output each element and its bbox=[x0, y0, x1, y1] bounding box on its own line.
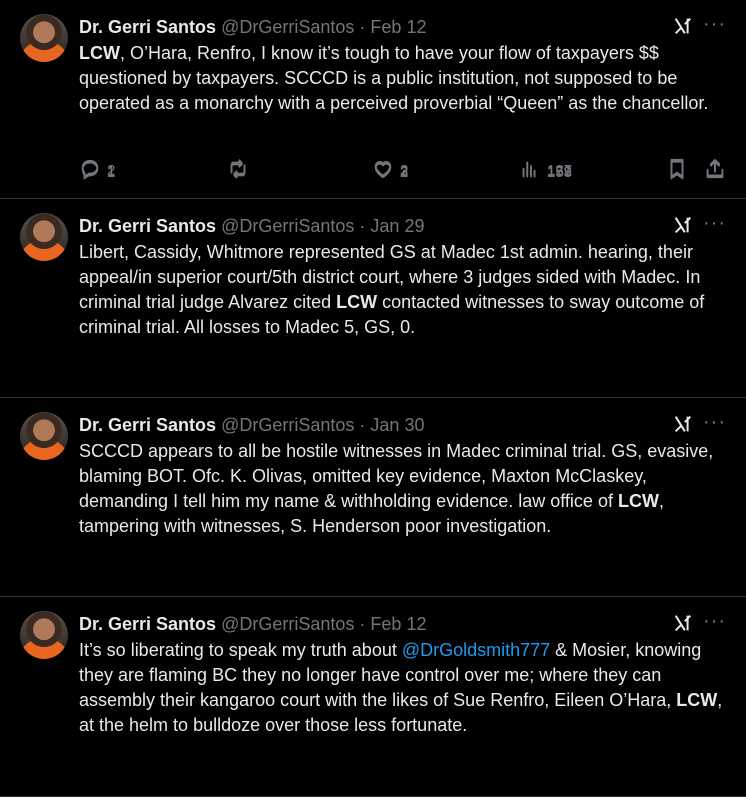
tweet[interactable]: Dr. Gerri Santos @DrGerriSantos · Feb 12… bbox=[0, 158, 746, 797]
avatar[interactable] bbox=[20, 611, 68, 659]
tweet-text: It’s so liberating to speak my truth abo… bbox=[79, 638, 729, 738]
mention-bold: LCW bbox=[676, 690, 718, 710]
grok-icon[interactable] bbox=[672, 214, 694, 236]
more-icon[interactable]: ··· bbox=[703, 610, 726, 633]
views-count: 127 bbox=[547, 161, 573, 179]
author-name[interactable]: Dr. Gerri Santos bbox=[79, 415, 216, 435]
share-icon bbox=[704, 157, 726, 183]
avatar[interactable] bbox=[20, 213, 68, 261]
author-handle[interactable]: @DrGerriSantos bbox=[221, 216, 354, 236]
more-icon[interactable]: ··· bbox=[703, 212, 726, 235]
repost-icon bbox=[227, 157, 249, 183]
reply-count: 2 bbox=[107, 161, 116, 179]
author-name[interactable]: Dr. Gerri Santos bbox=[79, 216, 216, 236]
reply-icon bbox=[79, 157, 101, 183]
bookmark-icon bbox=[666, 157, 688, 183]
grok-icon[interactable] bbox=[672, 413, 694, 435]
tweet[interactable]: Dr. Gerri Santos @DrGerriSantos · Jan 30… bbox=[0, 159, 746, 597]
separator-dot: · bbox=[359, 614, 366, 634]
avatar[interactable] bbox=[20, 14, 68, 62]
repost-button[interactable] bbox=[227, 158, 255, 182]
views-button[interactable]: 127 bbox=[519, 158, 572, 182]
heart-icon bbox=[372, 157, 394, 183]
reply-button[interactable]: 2 bbox=[79, 158, 115, 182]
author-handle[interactable]: @DrGerriSantos bbox=[221, 17, 354, 37]
tweet-date[interactable]: Feb 12 bbox=[370, 17, 426, 37]
mention-bold: LCW bbox=[79, 43, 120, 63]
tweet-header: Dr. Gerri Santos @DrGerriSantos · Feb 12 bbox=[79, 16, 726, 38]
user-mention-link[interactable]: @DrGoldsmith777 bbox=[402, 640, 550, 660]
tweet-header: Dr. Gerri Santos @DrGerriSantos · Jan 30 bbox=[79, 414, 726, 436]
tweet-text: Libert, Cassidy, Whitmore represented GS… bbox=[79, 240, 729, 340]
tweet-header: Dr. Gerri Santos @DrGerriSantos · Feb 12 bbox=[79, 613, 726, 635]
avatar[interactable] bbox=[20, 412, 68, 460]
separator-dot: · bbox=[359, 216, 366, 236]
tweet-text-segment: , O’Hara, Renfro, I know it’s tough to h… bbox=[79, 43, 709, 113]
author-name[interactable]: Dr. Gerri Santos bbox=[79, 17, 216, 37]
mention-bold: LCW bbox=[617, 491, 659, 511]
tweet-date[interactable]: Jan 29 bbox=[370, 216, 424, 236]
more-icon[interactable]: ··· bbox=[703, 13, 726, 36]
author-name[interactable]: Dr. Gerri Santos bbox=[79, 614, 216, 634]
separator-dot: · bbox=[359, 415, 366, 435]
grok-icon[interactable] bbox=[672, 15, 694, 37]
share-button[interactable] bbox=[704, 158, 726, 182]
like-count: 2 bbox=[400, 161, 409, 179]
tweet-actions: 2 2 127 bbox=[79, 158, 726, 182]
tweet-text-segment: It’s so liberating to speak my truth abo… bbox=[79, 640, 402, 660]
tweet-header: Dr. Gerri Santos @DrGerriSantos · Jan 29 bbox=[79, 215, 726, 237]
tweet-date[interactable]: Feb 12 bbox=[370, 614, 426, 634]
author-handle[interactable]: @DrGerriSantos bbox=[221, 415, 354, 435]
grok-icon[interactable] bbox=[672, 612, 694, 634]
bookmark-button[interactable] bbox=[666, 158, 688, 182]
tweet-text: SCCCD appears to all be hostile witnesse… bbox=[79, 439, 729, 539]
like-button[interactable]: 2 bbox=[372, 158, 408, 182]
more-icon[interactable]: ··· bbox=[703, 411, 726, 434]
mention-bold: LCW bbox=[336, 292, 378, 312]
tweet-date[interactable]: Jan 30 bbox=[370, 415, 424, 435]
views-icon bbox=[519, 157, 541, 183]
separator-dot: · bbox=[359, 17, 366, 37]
tweet-text: LCW, O’Hara, Renfro, I know it’s tough t… bbox=[79, 41, 729, 116]
author-handle[interactable]: @DrGerriSantos bbox=[221, 614, 354, 634]
tweet[interactable]: Dr. Gerri Santos @DrGerriSantos · Jan 29… bbox=[0, 159, 746, 398]
